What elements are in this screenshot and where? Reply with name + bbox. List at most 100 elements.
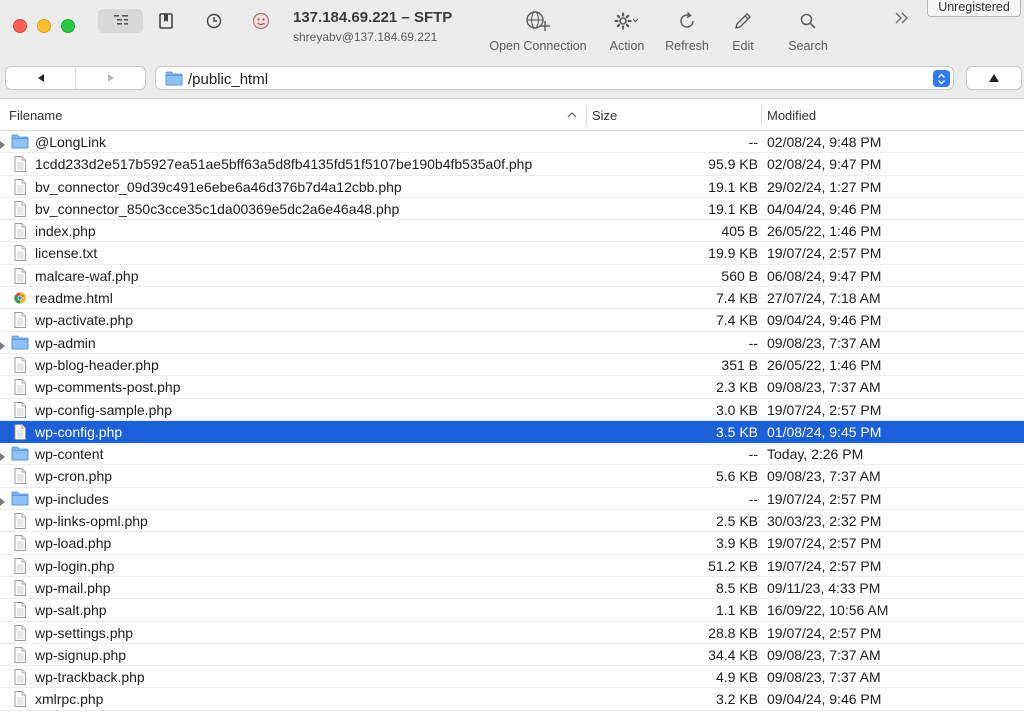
file-size: 95.9 KB [708,156,758,173]
action-button[interactable]: Action [603,9,651,53]
document-icon [11,534,29,552]
file-row[interactable]: wp-trackback.php 4.9 KB 09/08/23, 7:37 AM [0,666,1024,689]
file-size: 19.9 KB [708,245,758,262]
edit-label: Edit [732,39,754,53]
file-name: wp-includes [35,490,109,507]
column-header-filename[interactable]: Filename [9,100,62,131]
folder-icon [11,133,29,151]
column-header-size[interactable]: Size [592,100,617,131]
file-row[interactable]: bv_connector_09d39c491e6ebe6a46d376b7d4a… [0,176,1024,198]
document-icon [11,356,29,374]
file-row[interactable]: wp-salt.php 1.1 KB 16/09/22, 10:56 AM [0,599,1024,622]
disclosure-triangle-icon[interactable] [0,449,6,462]
disclosure-triangle-icon[interactable] [0,137,6,149]
search-button[interactable]: Search [784,9,832,53]
file-row[interactable]: wp-config-sample.php 3.0 KB 19/07/24, 2:57… [0,399,1024,421]
file-name: wp-login.php [35,557,115,574]
disclosure-triangle-icon[interactable] [0,494,6,506]
document-icon [11,378,29,396]
file-row[interactable]: bv_connector_850c3cce35c1da00369e5dc2a6e… [0,198,1024,221]
file-size: 351 B [721,356,758,373]
file-modified: 19/07/24, 2:57 PM [767,490,882,507]
close-window-button[interactable] [13,19,27,33]
file-name: wp-load.php [35,535,112,552]
file-row[interactable]: wp-cron.php 5.6 KB 09/08/23, 7:37 AM [0,465,1024,488]
document-icon [11,200,29,218]
forward-button[interactable] [75,67,145,89]
file-size: 3.2 KB [715,691,758,708]
history-button[interactable] [200,9,228,33]
file-row[interactable]: license.txt 19.9 KB 19/07/24, 2:57 PM [0,242,1024,265]
refresh-label: Refresh [665,39,709,53]
file-row[interactable]: wp-login.php 51.2 KB 19/07/24, 2:57 PM [0,555,1024,577]
file-row[interactable]: wp-config.php 3.5 KB 01/08/24, 9:45 PM [0,420,1024,444]
file-name: xmlrpc.php [35,691,104,708]
column-header-modified[interactable]: Modified [767,100,816,131]
file-row[interactable]: wp-links-opml.php 2.5 KB 30/03/23, 2:32 PM [0,510,1024,533]
file-modified: 06/08/24, 9:47 PM [767,267,882,284]
back-arrow-icon [37,74,44,82]
file-size: -- [748,490,758,507]
minimize-window-button[interactable] [37,19,51,33]
outline-view-button[interactable] [98,9,143,33]
file-name: index.php [35,223,96,240]
back-button[interactable] [6,67,75,89]
file-size: 4.9 KB [715,669,758,686]
folder-row[interactable]: wp-content -- Today, 2:26 PM [0,443,1024,466]
file-name: wp-config.php [35,423,123,440]
parent-directory-button[interactable] [966,66,1022,90]
file-modified: 26/05/22, 1:46 PM [767,223,882,240]
refresh-button[interactable]: Refresh [662,9,712,53]
file-modified: 30/03/23, 2:32 PM [767,513,882,530]
bookmark-icon [159,13,173,29]
document-icon [11,244,29,262]
column-divider[interactable] [586,106,587,125]
clock-icon [206,13,222,29]
file-row[interactable]: wp-mail.php 8.5 KB 09/11/23, 4:33 PM [0,577,1024,600]
file-row[interactable]: wp-settings.php 28.8 KB 19/07/24, 2:57 PM [0,622,1024,644]
file-modified: 19/07/24, 2:57 PM [767,401,882,418]
document-icon [11,690,29,708]
file-row[interactable]: wp-blog-header.php 351 B 26/05/22, 1:46 PM [0,354,1024,377]
open-connection-button[interactable]: Open Connection [484,9,592,53]
file-name: wp-cron.php [35,468,113,485]
file-size: -- [748,334,758,351]
file-modified: 19/07/24, 2:57 PM [767,557,882,574]
file-row[interactable]: wp-activate.php 7.4 KB 09/04/24, 9:46 PM [0,309,1024,332]
file-row[interactable]: malcare-waf.php 560 B 06/08/24, 9:47 PM [0,265,1024,288]
file-name: wp-content [35,446,104,463]
folder-row[interactable]: wp-includes -- 19/07/24, 2:57 PM [0,488,1024,511]
file-size: 3.9 KB [715,535,758,552]
document-icon [11,601,29,619]
path-selector[interactable]: /public_html [155,66,954,90]
window-title: 137.184.69.221 – SFTP [293,9,453,26]
bookmarks-button[interactable] [152,9,180,33]
file-size: 19.1 KB [708,178,758,195]
column-divider[interactable] [761,106,762,125]
file-name: wp-trackback.php [35,669,145,686]
file-row[interactable]: wp-signup.php 34.4 KB 09/08/23, 7:37 AM [0,644,1024,667]
document-icon [11,267,29,285]
folder-row[interactable]: wp-admin -- 09/08/23, 7:37 AM [0,332,1024,354]
edit-button[interactable]: Edit [726,9,760,53]
document-icon [11,222,29,240]
file-row[interactable]: xmlrpc.php 3.2 KB 09/04/24, 9:46 PM [0,688,1024,711]
path-popup-button[interactable] [933,70,950,87]
file-row[interactable]: wp-load.php 3.9 KB 19/07/24, 2:57 PM [0,532,1024,555]
file-row[interactable]: wp-comments-post.php 2.3 KB 09/08/23, 7:37… [0,376,1024,399]
file-name: readme.html [35,290,113,307]
file-row[interactable]: readme.html 7.4 KB 27/07/24, 7:18 AM [0,287,1024,310]
globe-plus-icon [526,11,550,31]
zoom-window-button[interactable] [61,19,75,33]
toolbar-overflow-button[interactable] [894,10,910,31]
bonjour-button[interactable] [247,9,275,33]
disclosure-triangle-icon[interactable] [0,338,6,350]
file-row[interactable]: index.php 405 B 26/05/22, 1:46 PM [0,220,1024,243]
document-icon [11,557,29,575]
file-name: wp-admin [35,334,96,351]
file-row[interactable]: 1cdd233d2e517b5927ea51ae5bff63a5d8fb4135… [0,153,1024,176]
unregistered-badge[interactable]: Unregistered [927,0,1021,17]
file-list: @LongLink -- 02/08/24, 9:48 PM 1cdd233d2e51… [0,131,1024,715]
folder-row[interactable]: @LongLink -- 02/08/24, 9:48 PM [0,131,1024,154]
file-modified: 04/04/24, 9:46 PM [767,200,882,217]
